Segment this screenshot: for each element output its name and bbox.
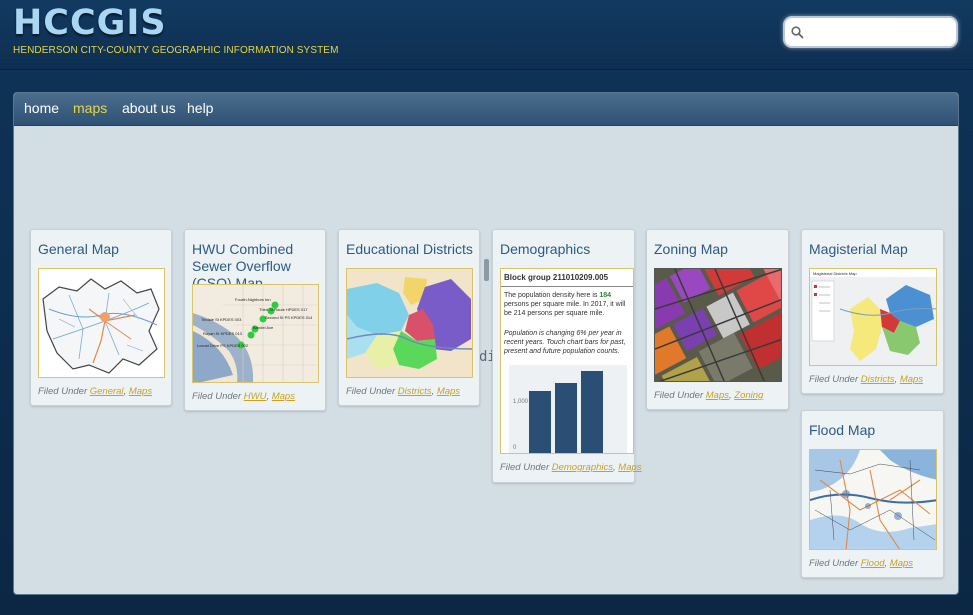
map-thumbnail[interactable]: Fourth-Nighbors Inn Third St Route HPDES… [192, 284, 319, 383]
map-thumbnail[interactable] [809, 449, 937, 550]
map-card-magisterial[interactable]: Magisterial Map Magisterial Districts Ma… [801, 229, 944, 394]
site-logo[interactable]: HCCGIS [13, 6, 167, 41]
tag-link-hwu[interactable]: HWU [244, 391, 267, 402]
nav-about-us[interactable]: about us [122, 100, 176, 116]
card-title[interactable]: General Map [38, 241, 168, 258]
nav-maps[interactable]: maps [73, 100, 107, 116]
chart-bar[interactable] [529, 391, 551, 453]
card-title[interactable]: Educational Districts [346, 241, 478, 258]
nav-help[interactable]: help [187, 100, 213, 116]
tag-link-maps[interactable]: Maps [129, 386, 152, 397]
card-title[interactable]: Zoning Map [654, 241, 786, 258]
popup-note: Population is changing 6% per year in re… [504, 330, 626, 355]
nav-home[interactable]: home [24, 100, 59, 116]
main-nav: home maps about us help [14, 93, 958, 126]
zoning-map-image [655, 269, 781, 381]
map-thumbnail[interactable] [654, 268, 782, 382]
site-tagline: HENDERSON CITY-COUNTY GEOGRAPHIC INFORMA… [13, 45, 339, 56]
map-card-cso[interactable]: HWU Combined Sewer Overflow (CSO) Map Fo… [184, 229, 326, 411]
tag-link-maps[interactable]: Maps [272, 391, 295, 402]
site-header: HCCGIS HENDERSON CITY-COUNTY GEOGRAPHIC … [0, 0, 973, 70]
cso-label: Tindale St KPDES 003 [201, 317, 242, 322]
tag-link-maps[interactable]: Maps [437, 386, 460, 397]
card-title[interactable]: Flood Map [809, 422, 941, 439]
map-card-demographics[interactable]: Demographics Block group 211010209.005 T… [492, 229, 642, 483]
map-card-zoning[interactable]: Zoning Map Filed Under Maps, Zoning [646, 229, 789, 410]
card-title[interactable]: Demographics [500, 241, 632, 258]
card-tags: Filed Under HWU, Maps [192, 391, 295, 402]
thumb-title: Magisterial Districts Map [813, 271, 857, 276]
cso-label: Second St PS KPDES 014 [265, 315, 313, 320]
tag-link-zoning[interactable]: Zoning [734, 390, 763, 401]
tag-link-maps[interactable]: Maps [706, 390, 729, 401]
tag-link-demographics[interactable]: Demographics [552, 462, 613, 473]
tag-link-districts[interactable]: Districts [861, 374, 895, 385]
map-thumbnail[interactable] [346, 268, 473, 378]
scroll-handle[interactable] [484, 259, 489, 281]
search-box[interactable] [783, 16, 958, 48]
tag-link-maps[interactable]: Maps [890, 558, 913, 569]
card-title[interactable]: Magisterial Map [809, 241, 941, 258]
chart-tick-label: 1,000 [513, 399, 529, 405]
popup-heading: Block group 211010209.005 [501, 269, 633, 287]
chart-zero-label: 0 [513, 445, 517, 451]
cso-map-image: Fourth-Nighbors Inn Third St Route HPDES… [193, 285, 318, 382]
card-tags: Filed Under Districts, Maps [809, 374, 924, 385]
magisterial-map-image: Magisterial Districts Map [810, 269, 936, 365]
tag-link-flood[interactable]: Flood [861, 558, 885, 569]
map-card-educational[interactable]: Educational Districts Filed Under Distri… [338, 229, 480, 406]
card-tags: Filed Under Demographics, Maps [500, 462, 642, 473]
map-card-flood[interactable]: Flood Map Filed Under Flood, Maps [801, 410, 944, 578]
search-icon [791, 26, 804, 39]
flood-map-image [810, 450, 936, 549]
general-map-image [39, 269, 164, 377]
chart-bar[interactable] [581, 371, 603, 453]
cso-label: Fourth-Nighbors Inn [235, 297, 271, 302]
map-thumbnail[interactable] [38, 268, 165, 378]
educational-map-image [347, 269, 472, 377]
map-thumbnail[interactable]: Magisterial Districts Map [809, 268, 937, 366]
cso-label: Locust Drive PS KPDES 002 [197, 343, 249, 348]
cso-label: Rayan St KPDES 013 [203, 331, 243, 336]
map-card-general[interactable]: General Map Filed Under General, Maps [30, 229, 172, 406]
tag-link-maps[interactable]: Maps [900, 374, 923, 385]
cso-label: Third St Route HPDES 017 [259, 307, 308, 312]
tag-link-districts[interactable]: Districts [398, 386, 432, 397]
cso-label: Bandel Ave [253, 325, 274, 330]
search-input[interactable] [807, 22, 952, 42]
tag-link-maps[interactable]: Maps [618, 462, 641, 473]
card-tags: Filed Under General, Maps [38, 386, 153, 397]
card-tags: Filed Under Districts, Maps [346, 386, 461, 397]
chart-bar[interactable] [555, 383, 577, 453]
map-thumbnail[interactable]: Block group 211010209.005 The population… [500, 268, 634, 454]
popup-density-text: The population density here is 184 perso… [504, 292, 626, 317]
population-chart[interactable]: 1,000 0 [509, 365, 627, 453]
card-tags: Filed Under Flood, Maps [809, 558, 914, 569]
card-tags: Filed Under Maps, Zoning [654, 390, 764, 401]
content-panel: home maps about us help di General Map F… [13, 92, 959, 595]
tag-link-general[interactable]: General [90, 386, 124, 397]
